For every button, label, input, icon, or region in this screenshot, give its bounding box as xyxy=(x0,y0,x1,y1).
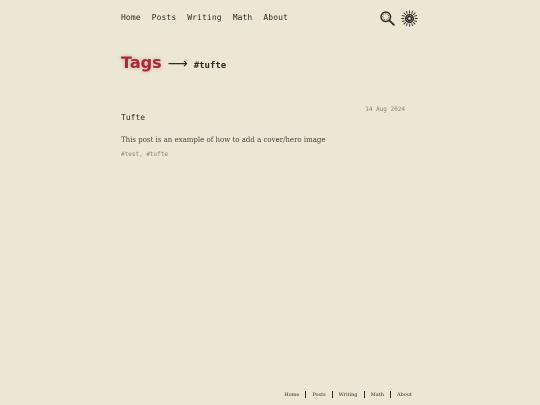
footer-divider xyxy=(389,391,391,398)
nav-math-link[interactable]: Math xyxy=(233,13,253,22)
nav-posts-link[interactable]: Posts xyxy=(152,13,177,22)
post-date: 14 Aug 2024 xyxy=(365,106,405,113)
page-heading: Tags ⟶ #tufte xyxy=(121,53,226,72)
nav-about-link[interactable]: About xyxy=(263,13,288,22)
post-title-link[interactable]: Tufte xyxy=(121,113,145,122)
nav-writing-link[interactable]: Writing xyxy=(187,13,221,22)
theme-toggle-button[interactable] xyxy=(401,10,418,27)
tag-link-tufte[interactable]: #tufte xyxy=(146,151,168,158)
footer-divider xyxy=(363,391,365,398)
footer-divider xyxy=(331,391,333,398)
page-title: Tags xyxy=(121,53,162,72)
tag-separator: , xyxy=(139,151,143,158)
post-list-item: Tufte 14 Aug 2024 This post is an exampl… xyxy=(121,105,405,158)
footer-nav: Home Posts Writing Math About xyxy=(284,391,412,398)
footer-posts-link[interactable]: Posts xyxy=(312,392,325,398)
arrow-icon: ⟶ xyxy=(167,56,188,72)
footer-home-link[interactable]: Home xyxy=(284,392,299,398)
footer-about-link[interactable]: About xyxy=(397,392,412,398)
footer-math-link[interactable]: Math xyxy=(371,392,384,398)
post-summary: This post is an example of how to add a … xyxy=(121,136,326,144)
theme-toggle-icon xyxy=(401,10,418,27)
main-nav: Home Posts Writing Math About xyxy=(121,13,288,22)
search-icon xyxy=(380,11,395,26)
post-tags: #test, #tufte xyxy=(121,151,405,158)
search-button[interactable] xyxy=(379,10,396,27)
current-tag: #tufte xyxy=(193,61,227,71)
tag-link-test[interactable]: #test xyxy=(121,151,139,158)
footer-divider xyxy=(305,391,307,398)
footer-writing-link[interactable]: Writing xyxy=(339,392,358,398)
nav-home-link[interactable]: Home xyxy=(121,13,141,22)
